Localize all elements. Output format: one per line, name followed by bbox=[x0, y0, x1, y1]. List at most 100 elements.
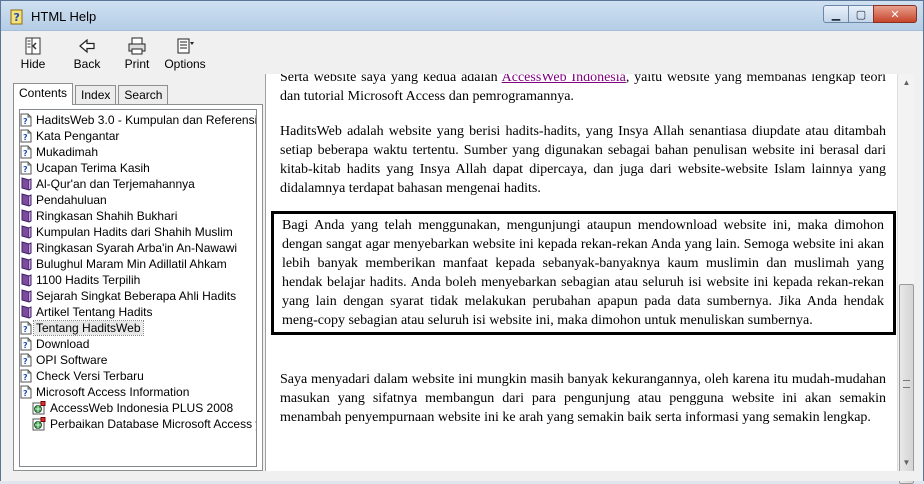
options-button[interactable]: Options bbox=[161, 33, 209, 73]
print-label: Print bbox=[124, 57, 150, 71]
svg-text:?: ? bbox=[23, 341, 28, 350]
tree-item-label: Ucapan Terima Kasih bbox=[36, 161, 150, 175]
tree-item[interactable]: ? Microsoft Access Information bbox=[20, 384, 191, 400]
tree-item[interactable]: Ringkasan Syarah Arba'in An-Nawawi bbox=[20, 240, 239, 256]
close-button[interactable]: ✕ bbox=[873, 5, 917, 23]
book-icon bbox=[20, 193, 32, 207]
help-app-icon: ? bbox=[10, 9, 23, 25]
vertical-scrollbar[interactable]: ▲ ▼ bbox=[897, 74, 915, 484]
page-icon: ? bbox=[20, 145, 32, 159]
paragraph-closing: Saya menyadari dalam website ini mungkin… bbox=[280, 372, 886, 425]
svg-text:?: ? bbox=[23, 389, 28, 398]
tree-item[interactable]: ? Tentang HaditsWeb bbox=[20, 320, 144, 336]
tree-item[interactable]: ? OPI Software bbox=[20, 352, 109, 368]
tree-item[interactable]: 1100 Hadits Terpilih bbox=[20, 272, 142, 288]
tree-item[interactable]: Perbaikan Database Microsoft Access ya bbox=[32, 416, 257, 432]
back-arrow-icon bbox=[79, 38, 95, 54]
print-button[interactable]: Print bbox=[119, 33, 155, 73]
tree-item-label: Ringkasan Shahih Bukhari bbox=[36, 209, 178, 223]
book-icon bbox=[20, 305, 32, 319]
book-icon bbox=[20, 241, 32, 255]
tree-item-label: Kata Pengantar bbox=[36, 129, 120, 143]
paragraph-text: Serta website saya yang kedua adalah bbox=[280, 74, 502, 85]
paragraph-about: HaditsWeb adalah website yang berisi had… bbox=[280, 124, 886, 196]
tree-item[interactable]: Kumpulan Hadits dari Shahih Muslim bbox=[20, 224, 235, 240]
tree-item[interactable]: ? Kata Pengantar bbox=[20, 128, 121, 144]
tree-item-label: Sejarah Singkat Beberapa Ahli Hadits bbox=[36, 289, 237, 303]
tree-item[interactable]: Sejarah Singkat Beberapa Ahli Hadits bbox=[20, 288, 238, 304]
book-icon bbox=[20, 225, 32, 239]
hide-label: Hide bbox=[20, 57, 46, 71]
tree-item[interactable]: AccessWeb Indonesia PLUS 2008 bbox=[32, 400, 235, 416]
page-icon: ? bbox=[20, 113, 32, 127]
tree-item-label: Tentang HaditsWeb bbox=[33, 320, 144, 336]
topic-content-pane[interactable]: Serta website saya yang kedua adalah Acc… bbox=[265, 74, 899, 471]
html-help-window: ? HTML Help ▁ ▢ ✕ Hide Back Print Option… bbox=[0, 0, 924, 484]
triangle-up-icon: ▲ bbox=[902, 78, 911, 87]
page-icon: ? bbox=[20, 337, 32, 351]
book-icon bbox=[20, 209, 32, 223]
tree-item[interactable]: ? HaditsWeb 3.0 - Kumpulan dan Referensi … bbox=[20, 112, 256, 128]
minimize-button[interactable]: ▁ bbox=[823, 5, 849, 23]
tree-item-label: Check Versi Terbaru bbox=[36, 369, 144, 383]
tree-item[interactable]: Al-Qur'an dan Terjemahannya bbox=[20, 176, 197, 192]
svg-text:?: ? bbox=[23, 149, 28, 158]
close-icon: ✕ bbox=[890, 8, 900, 21]
tree-item[interactable]: Ringkasan Shahih Bukhari bbox=[20, 208, 179, 224]
maximize-icon: ▢ bbox=[855, 8, 867, 21]
tree-item-label: Artikel Tentang Hadits bbox=[36, 305, 153, 319]
tree-item[interactable]: ? Download bbox=[20, 336, 91, 352]
book-icon bbox=[20, 289, 32, 303]
tree-item[interactable]: ? Ucapan Terima Kasih bbox=[20, 160, 152, 176]
tree-item-label: OPI Software bbox=[36, 353, 108, 367]
svg-text:?: ? bbox=[23, 357, 28, 366]
scroll-up-arrow[interactable]: ▲ bbox=[898, 74, 915, 91]
scroll-down-arrow[interactable]: ▼ bbox=[898, 454, 915, 471]
tree-item-label: AccessWeb Indonesia PLUS 2008 bbox=[50, 401, 234, 415]
svg-text:?: ? bbox=[23, 133, 28, 142]
tree-item[interactable]: ? Mukadimah bbox=[20, 144, 100, 160]
hide-button[interactable]: Hide bbox=[13, 33, 53, 73]
toolbar: Hide Back Print Options bbox=[3, 33, 921, 73]
tree-item-label: 1100 Hadits Terpilih bbox=[36, 273, 141, 287]
svg-text:?: ? bbox=[23, 325, 28, 334]
options-icon bbox=[177, 38, 194, 54]
tree-item[interactable]: ? Check Versi Terbaru bbox=[20, 368, 146, 384]
svg-text:?: ? bbox=[23, 117, 28, 126]
page-icon: ? bbox=[20, 385, 32, 399]
svg-text:?: ? bbox=[23, 373, 28, 382]
svg-text:?: ? bbox=[23, 165, 28, 174]
back-label: Back bbox=[73, 57, 101, 71]
contents-tree[interactable]: ? HaditsWeb 3.0 - Kumpulan dan Referensi … bbox=[19, 109, 257, 467]
tree-item-label: Mukadimah bbox=[36, 145, 99, 159]
tab-search[interactable]: Search bbox=[118, 85, 169, 105]
window-bottom-edge bbox=[1, 471, 923, 481]
paragraph-highlighted: Bagi Anda yang telah menggunakan, mengun… bbox=[271, 211, 896, 335]
back-button[interactable]: Back bbox=[69, 33, 105, 73]
accessweb-link[interactable]: AccessWeb Indonesia bbox=[502, 74, 626, 85]
hide-pane-icon bbox=[25, 37, 41, 55]
tree-item-label: Perbaikan Database Microsoft Access ya bbox=[50, 417, 257, 431]
thumb-grip bbox=[903, 380, 910, 388]
tree-item-label: Download bbox=[36, 337, 90, 351]
triangle-down-icon: ▼ bbox=[902, 458, 911, 467]
tree-item[interactable]: Bulughul Maram Min Adillatil Ahkam bbox=[20, 256, 229, 272]
tab-contents[interactable]: Contents bbox=[13, 83, 74, 105]
tree-item-label: Bulughul Maram Min Adillatil Ahkam bbox=[36, 257, 227, 271]
paragraph-accessweb: Serta website saya yang kedua adalah Acc… bbox=[280, 74, 886, 106]
caption-buttons: ▁ ▢ ✕ bbox=[823, 5, 917, 25]
tree-item[interactable]: Artikel Tentang Hadits bbox=[20, 304, 155, 320]
tree-item-label: Pendahuluan bbox=[36, 193, 107, 207]
title-bar[interactable]: ? HTML Help ▁ ▢ ✕ bbox=[1, 1, 923, 31]
page-icon: ? bbox=[20, 321, 32, 335]
page-icon: ? bbox=[20, 353, 32, 367]
tab-index[interactable]: Index bbox=[75, 85, 117, 105]
minimize-icon: ▁ bbox=[831, 8, 841, 21]
tree-item-label: Ringkasan Syarah Arba'in An-Nawawi bbox=[36, 241, 238, 255]
tree-item-label: Microsoft Access Information bbox=[36, 385, 190, 399]
page-icon: ? bbox=[20, 369, 32, 383]
tree-item-label: Kumpulan Hadits dari Shahih Muslim bbox=[36, 225, 233, 239]
maximize-button[interactable]: ▢ bbox=[848, 5, 874, 23]
tree-item-label: Al-Qur'an dan Terjemahannya bbox=[36, 177, 195, 191]
tree-item[interactable]: Pendahuluan bbox=[20, 192, 109, 208]
